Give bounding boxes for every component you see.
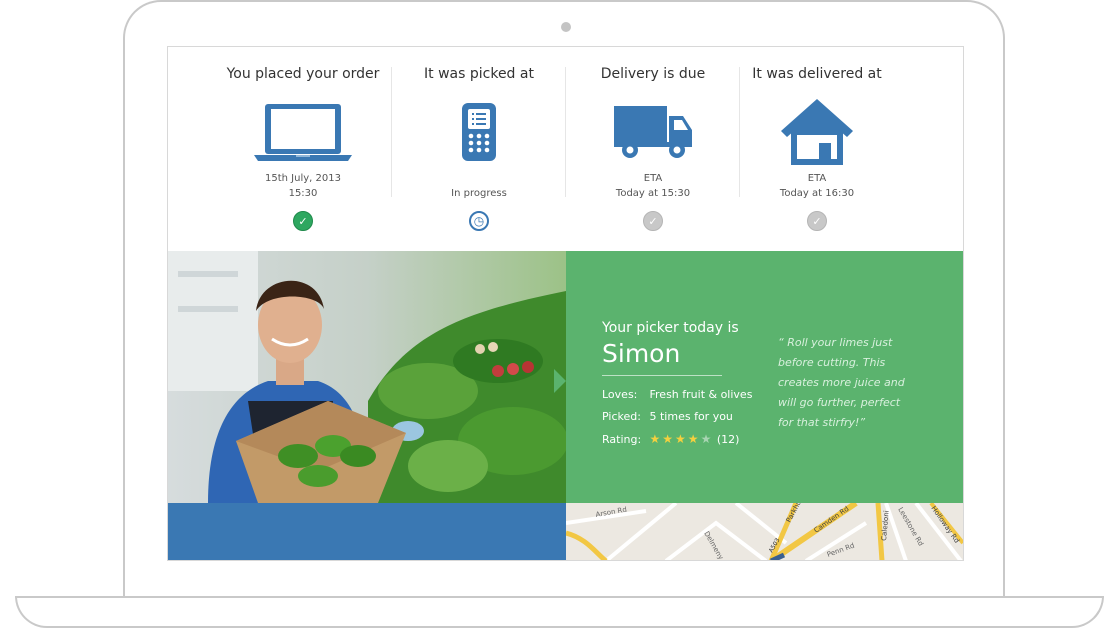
picker-rating-row: Rating: ★★★★★ (12) (602, 432, 739, 446)
step-delivery-due: Delivery is due ETA Today at 15:30 ✓ (566, 47, 740, 251)
picker-info-panel: Your picker today is Simon Loves: Fresh … (554, 251, 963, 503)
divider (602, 375, 722, 376)
eta-time: Today at 15:30 (615, 188, 691, 199)
loves-label: Loves: (602, 388, 638, 401)
step-title: It was delivered at (752, 66, 882, 82)
eta-label: ETA (643, 173, 663, 184)
order-time: 15:30 (288, 188, 318, 199)
step-complete-check-icon: ✓ (293, 211, 313, 231)
rating-count: (12) (716, 433, 740, 446)
picked-label: Picked: (602, 410, 641, 423)
house-icon (730, 99, 904, 165)
eta-label: ETA (807, 173, 827, 184)
laptop-base (15, 596, 1104, 628)
step-title: You placed your order (226, 66, 380, 82)
blue-panel (168, 503, 566, 560)
delivery-map[interactable]: Arson Rd Parkhu Camden Rd Caledoni Hollo… (566, 503, 963, 560)
order-progress-tracker: You placed your order 15th July, 2013 15… (168, 47, 963, 251)
picker-picked-row: Picked: 5 times for you (602, 410, 733, 423)
loves-value: Fresh fruit & olives (649, 388, 753, 401)
picked-value: 5 times for you (649, 410, 733, 423)
star-filled-icon: ★ (649, 432, 663, 446)
step-title: It was picked at (424, 66, 534, 82)
picker-photo (168, 251, 566, 503)
laptop-screen: You placed your order 15th July, 2013 15… (167, 46, 964, 561)
order-date: 15th July, 2013 (265, 173, 341, 184)
panel-pointer (554, 369, 566, 393)
star-empty-icon: ★ (700, 432, 714, 446)
handheld-scanner-icon (392, 99, 566, 165)
step-title: Delivery is due (600, 66, 706, 82)
eta-time: Today at 16:30 (779, 188, 855, 199)
star-rating: ★★★★★ (650, 432, 714, 446)
star-filled-icon: ★ (662, 432, 676, 446)
laptop-icon (216, 99, 390, 165)
star-filled-icon: ★ (687, 432, 701, 446)
picking-status: In progress (451, 188, 507, 199)
picker-quote: “ Roll your limes just before cutting. T… (778, 336, 905, 429)
rating-label: Rating: (602, 433, 642, 446)
camera-icon (561, 22, 571, 32)
step-delivered: It was delivered at ETA Today at 16:30 ✓ (730, 47, 904, 251)
step-pending-check-icon: ✓ (807, 211, 827, 231)
truck-icon (566, 99, 740, 165)
picker-loves-row: Loves: Fresh fruit & olives (602, 388, 752, 401)
step-pending-check-icon: ✓ (643, 211, 663, 231)
picker-intro: Your picker today is (602, 320, 739, 336)
step-picked: It was picked at In progress ◷ (392, 47, 566, 251)
step-in-progress-clock-icon: ◷ (469, 211, 489, 231)
picker-name: Simon (602, 339, 681, 368)
step-order-placed: You placed your order 15th July, 2013 15… (216, 47, 390, 251)
star-filled-icon: ★ (675, 432, 688, 446)
